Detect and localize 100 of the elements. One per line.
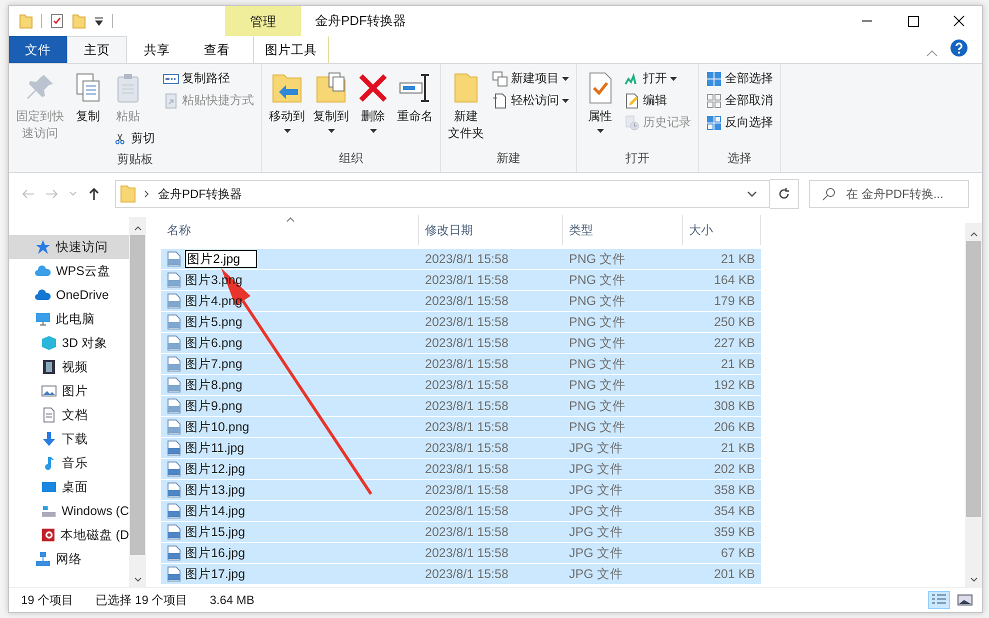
nav-item[interactable]: 视频 [9, 355, 129, 379]
nav-item[interactable]: 快速访问 [9, 235, 129, 259]
file-row[interactable]: 图片10.png 2023/8/1 15:58 PNG 文件 206 KB [161, 417, 761, 437]
address-bar[interactable]: 金舟PDF转换器 [115, 180, 770, 208]
table-cell-text: 179 KB [712, 293, 756, 310]
table-cell-text: 2023/8/1 15:58 [424, 524, 510, 541]
history-dropdown-icon[interactable] [747, 191, 757, 197]
table-cell-text: 2023/8/1 15:58 [424, 398, 510, 415]
star-icon [35, 239, 51, 255]
scroll-down-icon[interactable] [134, 577, 142, 583]
help-icon[interactable] [950, 39, 968, 57]
file-row[interactable]: 图片5.png 2023/8/1 15:58 PNG 文件 250 KB [161, 312, 761, 332]
shortcut-icon [163, 92, 179, 108]
file-row[interactable]: 图片7.png 2023/8/1 15:58 PNG 文件 21 KB [161, 354, 761, 374]
nav-item[interactable]: 音乐 [9, 451, 129, 475]
table-cell-text: 358 KB [712, 482, 756, 499]
file-row[interactable]: 图片9.png 2023/8/1 15:58 PNG 文件 308 KB [161, 396, 761, 416]
ribbon-button[interactable]: 复制到 [310, 68, 352, 135]
ribbon-tab[interactable]: 查看 [187, 36, 247, 63]
column-header[interactable]: 名称 [161, 215, 419, 245]
ribbon-tab[interactable]: 文件 [9, 36, 67, 63]
table-cell-text: 2023/8/1 15:58 [424, 377, 510, 394]
collapse-ribbon-icon[interactable] [926, 49, 938, 57]
caret-icon [328, 129, 334, 133]
scrollbar[interactable] [965, 223, 982, 587]
table-cell-text: PNG 文件 [568, 398, 627, 414]
file-row[interactable]: 图片16.jpg 2023/8/1 15:58 JPG 文件 67 KB [161, 543, 761, 563]
file-name: 图片11.jpg [185, 440, 244, 456]
ribbon-group-label: 剪贴板 [116, 151, 154, 168]
ribbon-button[interactable]: 移动到 [266, 68, 308, 135]
caret-icon [562, 76, 569, 80]
table-cell-text: 2023/8/1 15:58 [424, 440, 510, 457]
file-row[interactable]: 图片2.jpg 2023/8/1 15:58 PNG 文件 21 KB [161, 249, 761, 269]
sort-caret-icon [286, 217, 295, 222]
file-row[interactable]: 图片14.jpg 2023/8/1 15:58 JPG 文件 354 KB [161, 501, 761, 521]
file-row[interactable]: 图片8.png 2023/8/1 15:58 PNG 文件 192 KB [161, 375, 761, 395]
ribbon-group-label: 组织 [338, 150, 364, 167]
table-cell-text: PNG 文件 [568, 250, 627, 268]
file-name: 图片5.png [185, 314, 242, 330]
ribbon-button[interactable]: 全部取消 [703, 90, 776, 111]
table-cell-text: 2023/8/1 15:58 [424, 545, 510, 562]
table-cell-text: 202 KB [712, 461, 756, 478]
ribbon-button[interactable]: 打开 [621, 68, 680, 89]
rename-field[interactable]: 图片2.jpg [185, 250, 257, 268]
table-cell-text: 354 KB [712, 503, 756, 520]
nav-item[interactable]: 下载 [9, 427, 129, 451]
table-cell-text: 2023/8/1 15:58 [424, 482, 510, 499]
table-cell-text: 2023/8/1 15:58 [424, 335, 510, 352]
checklist-icon[interactable] [50, 13, 64, 29]
ribbon-button[interactable]: 重命名 [394, 68, 436, 127]
down-arrow-icon [41, 431, 57, 447]
ribbon-button[interactable]: 复制路径 [160, 68, 233, 89]
refresh-button[interactable] [770, 179, 799, 209]
nav-item[interactable]: 此电脑 [9, 307, 129, 331]
scroll-up-icon[interactable] [970, 231, 978, 237]
table-cell-text: JPG 文件 [568, 482, 624, 498]
nav-item[interactable]: OneDrive [9, 283, 129, 307]
file-row[interactable]: 图片12.jpg 2023/8/1 15:58 JPG 文件 202 KB [161, 459, 761, 479]
search-input[interactable]: 在 金舟PDF转换... [844, 186, 958, 202]
nav-item[interactable]: Windows (C [9, 499, 129, 523]
nav-item[interactable]: WPS云盘 [9, 259, 129, 283]
ribbon-button[interactable]: 删除 [354, 68, 392, 135]
nav-item[interactable]: 3D 对象 [9, 331, 129, 355]
ribbon-button[interactable]: 剪切 [109, 128, 158, 149]
details-view-button[interactable] [928, 591, 950, 609]
file-row[interactable]: 图片11.jpg 2023/8/1 15:58 JPG 文件 21 KB [161, 438, 761, 458]
file-row[interactable]: 图片15.jpg 2023/8/1 15:58 JPG 文件 359 KB [161, 522, 761, 542]
nav-item[interactable]: 图片 [9, 379, 129, 403]
column-header[interactable]: 大小 [683, 215, 761, 245]
file-row[interactable]: 图片17.jpg 2023/8/1 15:58 JPG 文件 201 KB [161, 564, 761, 584]
nav-item[interactable]: 文档 [9, 403, 129, 427]
search-field[interactable]: 在 金舟PDF转换... [809, 180, 969, 208]
ribbon-button[interactable]: 全部选择 [703, 68, 776, 89]
ribbon-button[interactable]: 复制 [69, 68, 107, 127]
nav-item[interactable]: 网络 [9, 547, 129, 571]
column-header[interactable]: 类型 [563, 215, 683, 245]
ribbon-button[interactable]: 新建项目 [489, 68, 572, 89]
ribbon-button[interactable]: 编辑 [621, 90, 670, 111]
scroll-down-icon[interactable] [970, 577, 978, 583]
scroll-up-icon[interactable] [134, 225, 142, 231]
file-row[interactable]: 图片13.jpg 2023/8/1 15:58 JPG 文件 358 KB [161, 480, 761, 500]
ribbon-tab[interactable]: 共享 [127, 36, 187, 63]
search-icon [822, 187, 836, 201]
ribbon-button[interactable]: 新建 文件夹 [445, 68, 487, 144]
nav-item[interactable]: 本地磁盘 (D [9, 523, 129, 547]
file-row[interactable]: 图片6.png 2023/8/1 15:58 PNG 文件 227 KB [161, 333, 761, 353]
breadcrumb[interactable]: 金舟PDF转换器 [158, 186, 242, 202]
table-cell-text: 206 KB [712, 419, 756, 436]
nav-item[interactable]: 桌面 [9, 475, 129, 499]
column-header[interactable]: 修改日期 [419, 215, 563, 245]
ribbon-button[interactable]: 属性 [581, 68, 619, 135]
dropdown-icon[interactable] [94, 16, 104, 26]
table-cell-text: PNG 文件 [568, 376, 627, 394]
scrollbar[interactable] [129, 217, 146, 587]
status-text: 19 个项目 [21, 592, 74, 608]
ribbon-button[interactable]: 轻松访问 [489, 90, 572, 111]
table-cell-text: JPG 文件 [568, 544, 624, 562]
ribbon-tab[interactable]: 主页 [67, 36, 127, 63]
ribbon-button[interactable]: 反向选择 [703, 112, 776, 133]
up-button[interactable] [87, 187, 101, 201]
